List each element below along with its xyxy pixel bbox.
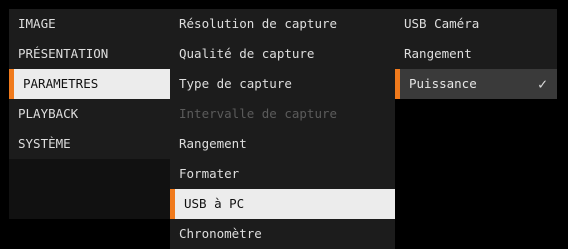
- options-menu: USB Caméra Rangement Puissance ✓: [395, 9, 557, 249]
- setting-label: Chronomètre: [179, 226, 262, 241]
- category-label: PARAMETRES: [23, 76, 99, 91]
- category-item-playback[interactable]: PLAYBACK: [9, 99, 170, 129]
- settings-menu: Résolution de capture Qualité de capture…: [170, 9, 395, 249]
- category-label: PLAYBACK: [18, 106, 79, 121]
- setting-item-interval-disabled: Intervalle de capture: [170, 99, 395, 129]
- setting-label: Formater: [179, 166, 240, 181]
- option-label: Rangement: [404, 46, 472, 61]
- category-label: IMAGE: [18, 16, 56, 31]
- setting-item-capture-type[interactable]: Type de capture: [170, 69, 395, 99]
- setting-label: Rangement: [179, 136, 247, 151]
- option-label: USB Caméra: [404, 16, 480, 31]
- category-item-parametres[interactable]: PARAMETRES: [9, 69, 170, 99]
- option-item-power[interactable]: Puissance ✓: [395, 69, 557, 99]
- setting-item-timer[interactable]: Chronomètre: [170, 219, 395, 249]
- camera-settings-menu: { "menu": { "categories": [ {"label":"IM…: [0, 0, 568, 249]
- options-panel-empty: [395, 99, 557, 249]
- category-label: PRÉSENTATION: [18, 46, 109, 61]
- setting-label: Intervalle de capture: [179, 106, 338, 121]
- checkmark-icon: ✓: [537, 75, 547, 93]
- setting-item-format[interactable]: Formater: [170, 159, 395, 189]
- setting-label: Qualité de capture: [179, 46, 315, 61]
- setting-item-resolution[interactable]: Résolution de capture: [170, 9, 395, 39]
- setting-label: Type de capture: [179, 76, 292, 91]
- option-item-storage[interactable]: Rangement: [395, 39, 557, 69]
- setting-label: Résolution de capture: [179, 16, 338, 31]
- setting-item-storage[interactable]: Rangement: [170, 129, 395, 159]
- option-label: Puissance: [409, 76, 477, 91]
- category-list: IMAGE PRÉSENTATION PARAMETRES PLAYBACK S…: [9, 9, 170, 159]
- category-menu: IMAGE PRÉSENTATION PARAMETRES PLAYBACK S…: [9, 9, 170, 219]
- selection-accent-bar: [9, 69, 14, 99]
- setting-label: USB à PC: [184, 196, 245, 211]
- settings-list: Résolution de capture Qualité de capture…: [170, 9, 395, 249]
- setting-item-usb-to-pc[interactable]: USB à PC: [170, 189, 395, 219]
- options-list: USB Caméra Rangement Puissance ✓: [395, 9, 557, 99]
- selection-accent-bar: [170, 189, 175, 219]
- selection-accent-bar: [395, 69, 400, 99]
- option-item-usb-camera[interactable]: USB Caméra: [395, 9, 557, 39]
- category-item-image[interactable]: IMAGE: [9, 9, 170, 39]
- category-item-presentation[interactable]: PRÉSENTATION: [9, 39, 170, 69]
- category-item-systeme[interactable]: SYSTÈME: [9, 129, 170, 159]
- category-label: SYSTÈME: [18, 136, 71, 151]
- category-panel-empty: [9, 159, 170, 219]
- setting-item-quality[interactable]: Qualité de capture: [170, 39, 395, 69]
